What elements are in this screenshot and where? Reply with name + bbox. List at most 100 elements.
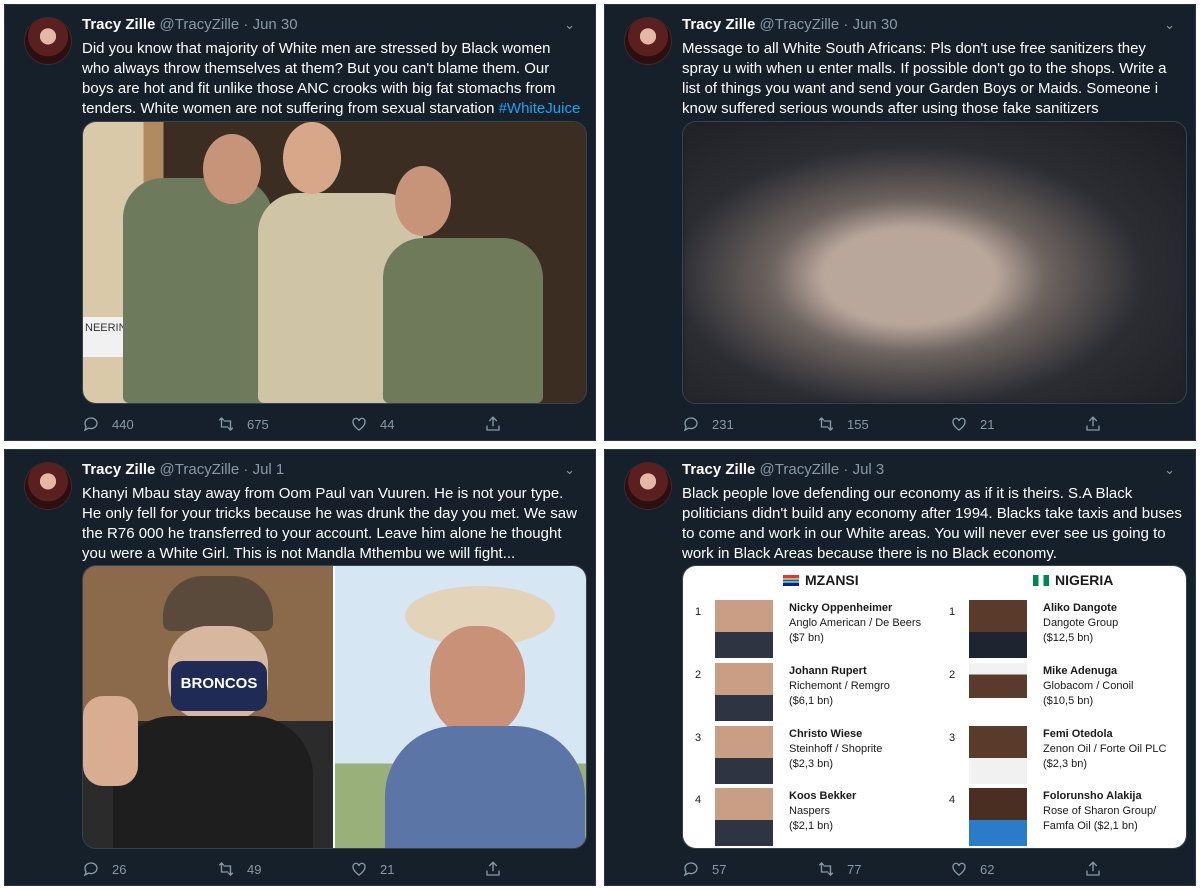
tweet-header: Tracy Zille @TracyZille · Jun 30 ⌄ — [682, 16, 1175, 38]
company: Dangote Group — [1043, 617, 1119, 629]
tweet-date[interactable]: · Jun 30 — [243, 16, 297, 33]
hashtag-link[interactable]: #WhiteJuice — [499, 100, 581, 117]
avatar[interactable] — [624, 462, 672, 510]
share-button[interactable] — [484, 860, 502, 878]
chevron-down-icon[interactable]: ⌄ — [1164, 462, 1175, 478]
tweet-date[interactable]: · Jul 3 — [843, 461, 884, 478]
rank: 2 — [949, 669, 956, 681]
avatar[interactable] — [24, 462, 72, 510]
author-handle[interactable]: @TracyZille — [160, 16, 240, 33]
figure-left — [123, 178, 273, 403]
portrait — [969, 600, 1027, 658]
tweet-card[interactable]: Tracy Zille @TracyZille · Jun 30 ⌄ Did y… — [4, 4, 596, 441]
portrait — [715, 726, 773, 784]
like-button[interactable]: 44 — [350, 415, 394, 433]
like-button[interactable]: 62 — [950, 860, 994, 878]
tweet-image[interactable]: NEERING — [82, 121, 587, 404]
net-worth: ($2,1 bn) — [789, 820, 834, 832]
tweet-header: Tracy Zille @TracyZille · Jun 30 ⌄ — [82, 16, 575, 38]
like-count: 21 — [980, 416, 995, 432]
head-left — [203, 134, 261, 204]
reply-icon — [83, 862, 98, 877]
list-item: 1 Nicky Oppenheimer Anglo American / De … — [695, 600, 935, 662]
person-name: Femi Otedola — [1043, 728, 1113, 740]
net-worth: ($2,3 bn) — [1043, 758, 1088, 770]
figure-right — [383, 238, 543, 403]
tweet-text: Black people love defending our economy … — [682, 485, 1182, 562]
share-button[interactable] — [1084, 860, 1102, 878]
rank: 4 — [949, 794, 956, 806]
reply-count: 26 — [112, 861, 127, 877]
retweet-button[interactable]: 675 — [217, 415, 269, 433]
column-header-mzansi: MZANSI — [783, 572, 859, 588]
net-worth: ($10,5 bn) — [1043, 695, 1094, 707]
person-name: Christo Wiese — [789, 728, 863, 740]
portrait — [715, 600, 773, 658]
tweet-date[interactable]: · Jul 1 — [243, 461, 284, 478]
like-count: 44 — [380, 416, 395, 432]
author-handle[interactable]: @TracyZille — [760, 16, 840, 33]
tweet-actions: 57 77 62 — [682, 860, 1122, 880]
retweet-button[interactable]: 155 — [817, 415, 869, 433]
share-button[interactable] — [1084, 415, 1102, 433]
column-header-nigeria: NIGERIA — [1033, 572, 1113, 588]
retweet-icon — [218, 862, 234, 876]
retweet-icon — [818, 862, 834, 876]
author-name[interactable]: Tracy Zille — [682, 16, 755, 33]
retweet-count: 675 — [247, 416, 269, 432]
retweet-count: 77 — [847, 861, 862, 877]
retweet-button[interactable]: 49 — [217, 860, 261, 878]
tweet-image-blurred[interactable] — [682, 121, 1187, 404]
tweet-card[interactable]: Tracy Zille @TracyZille · Jul 3 ⌄ Black … — [604, 449, 1196, 886]
retweet-count: 155 — [847, 416, 869, 432]
company: Steinhoff / Shoprite — [789, 743, 883, 755]
cap — [163, 576, 273, 631]
avatar[interactable] — [24, 17, 72, 65]
author-handle[interactable]: @TracyZille — [160, 461, 240, 478]
tweet-image-table[interactable]: MZANSI NIGERIA 1 Nicky Oppenheimer Anglo… — [682, 565, 1187, 849]
like-button[interactable]: 21 — [950, 415, 994, 433]
reply-icon — [683, 862, 698, 877]
list-item: 2 Johann Rupert Richemont / Remgro ($6,1… — [695, 663, 935, 725]
retweet-button[interactable]: 77 — [817, 860, 861, 878]
share-button[interactable] — [484, 415, 502, 433]
reply-button[interactable]: 231 — [682, 415, 734, 433]
shirt — [384, 726, 585, 848]
rank: 2 — [695, 669, 702, 681]
tweet-image[interactable]: BRONCOS — [82, 565, 587, 849]
person-name: Koos Bekker — [789, 790, 857, 802]
retweet-icon — [218, 417, 234, 431]
author-name[interactable]: Tracy Zille — [682, 461, 755, 478]
chevron-down-icon[interactable]: ⌄ — [1164, 17, 1175, 33]
list-item: 3 Femi Otedola Zenon Oil / Forte Oil PLC… — [949, 726, 1186, 788]
list-item: 4 Koos Bekker Naspers ($2,1 bn) — [695, 788, 935, 848]
south-africa-flag-icon — [783, 574, 799, 586]
author-name[interactable]: Tracy Zille — [82, 461, 155, 478]
billionaire-comparison: MZANSI NIGERIA 1 Nicky Oppenheimer Anglo… — [683, 566, 1186, 848]
like-button[interactable]: 21 — [350, 860, 394, 878]
tweet-text: Khanyi Mbau stay away from Oom Paul van … — [82, 485, 577, 562]
tweet-date[interactable]: · Jun 30 — [843, 16, 897, 33]
mask: BRONCOS — [171, 661, 267, 711]
tweet-header: Tracy Zille @TracyZille · Jul 1 ⌄ — [82, 461, 575, 483]
avatar[interactable] — [624, 17, 672, 65]
photo-masked-man: BRONCOS — [83, 566, 335, 848]
list-item: 2 Mike Adenuga Globacom / Conoil ($10,5 … — [949, 663, 1186, 725]
rank: 3 — [949, 732, 956, 744]
share-icon — [486, 416, 500, 431]
chevron-down-icon[interactable]: ⌄ — [564, 462, 575, 478]
tweet-card[interactable]: Tracy Zille @TracyZille · Jul 1 ⌄ Khanyi… — [4, 449, 596, 886]
person-name: Johann Rupert — [789, 665, 867, 677]
net-worth: ($12,5 bn) — [1043, 632, 1094, 644]
author-handle[interactable]: @TracyZille — [760, 461, 840, 478]
portrait — [969, 663, 1027, 721]
reply-button[interactable]: 440 — [82, 415, 134, 433]
company-line-2: Famfa Oil ($2,1 bn) — [1043, 820, 1138, 832]
reply-button[interactable]: 57 — [682, 860, 726, 878]
reply-button[interactable]: 26 — [82, 860, 126, 878]
like-count: 21 — [380, 861, 395, 877]
chevron-down-icon[interactable]: ⌄ — [564, 17, 575, 33]
author-name[interactable]: Tracy Zille — [82, 16, 155, 33]
company: Anglo American / De Beers — [789, 617, 922, 629]
tweet-card[interactable]: Tracy Zille @TracyZille · Jun 30 ⌄ Messa… — [604, 4, 1196, 441]
